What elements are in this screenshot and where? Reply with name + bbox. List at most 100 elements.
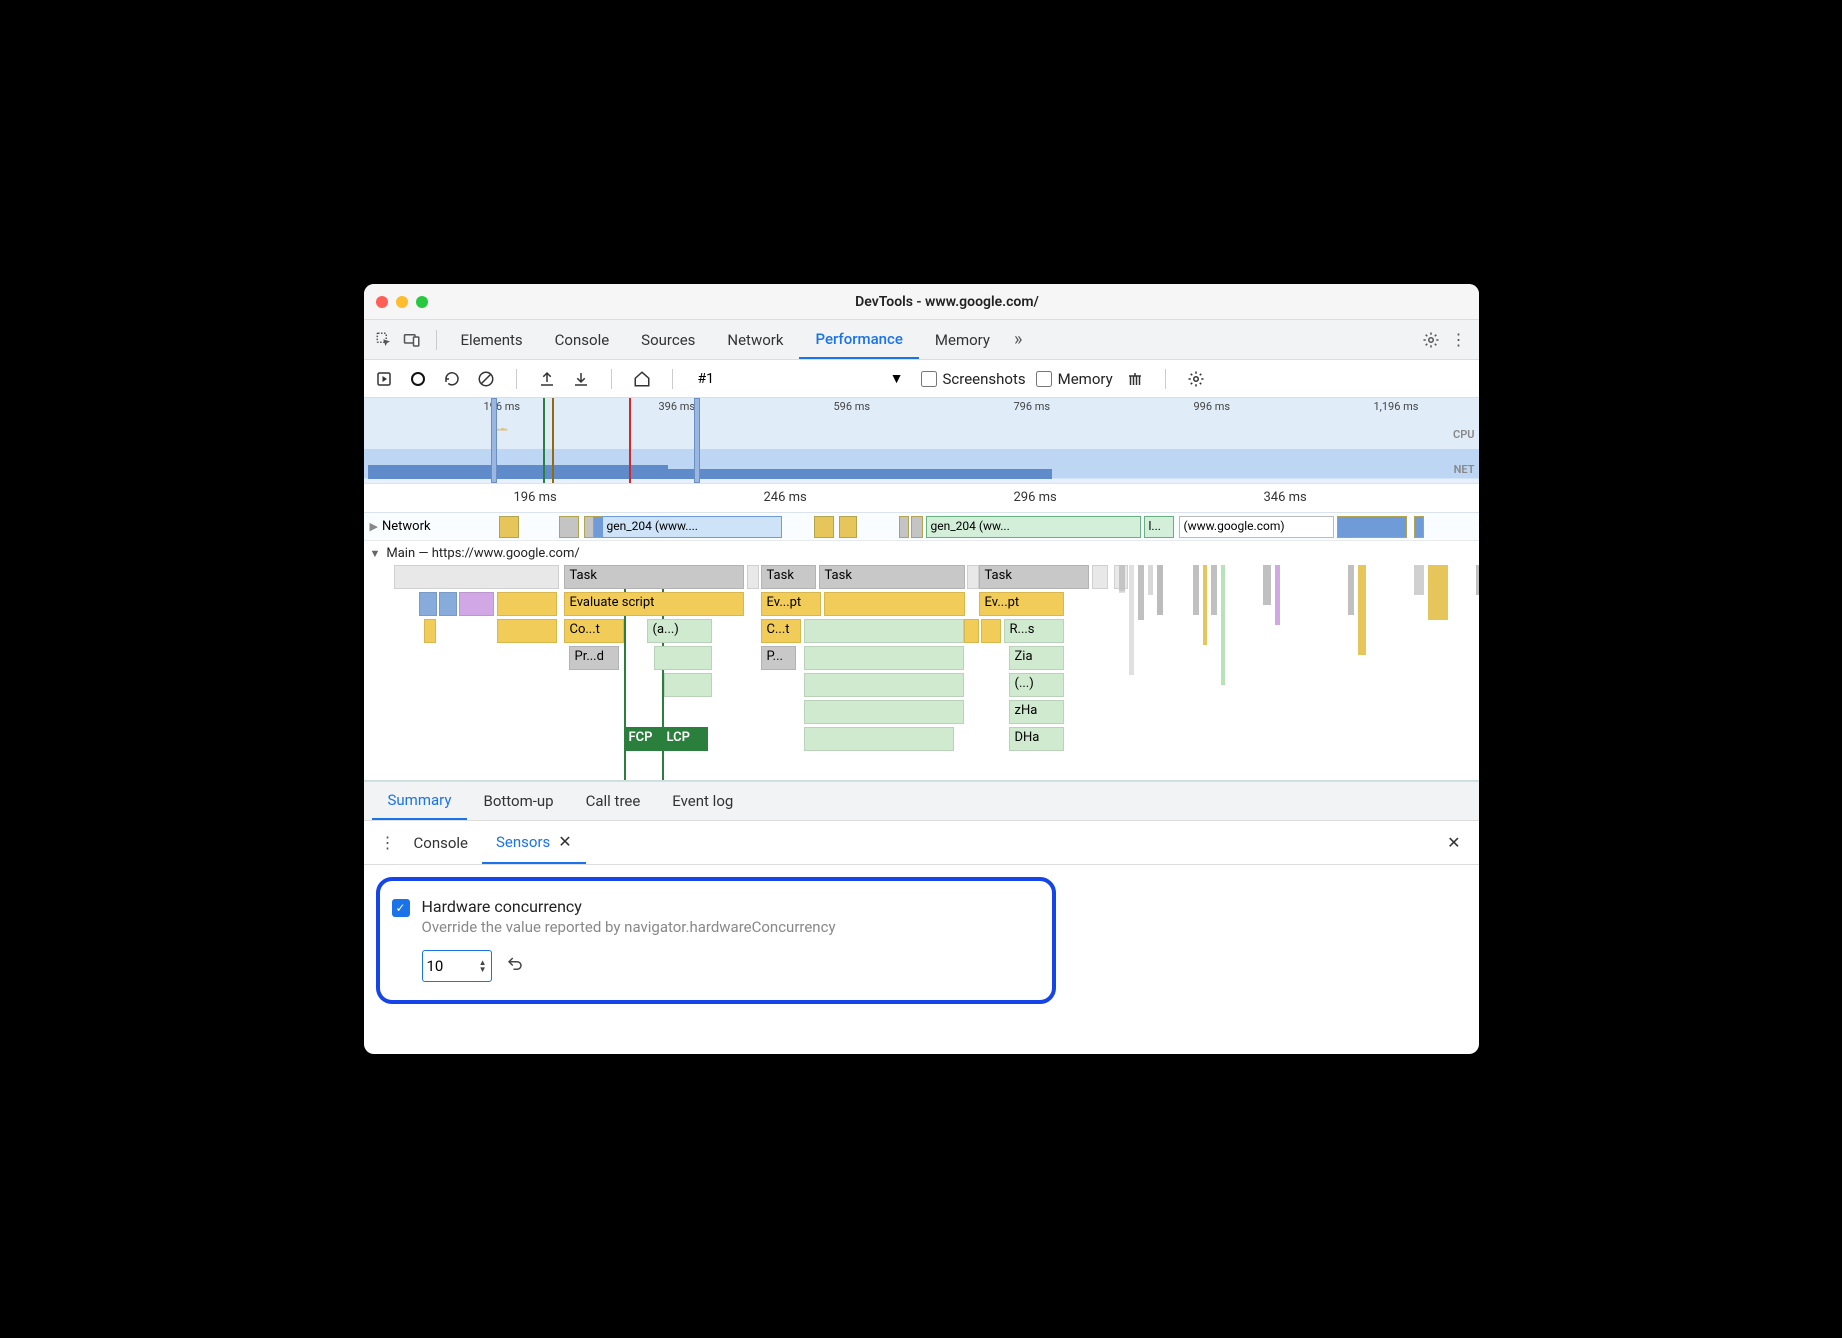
flame-block[interactable] — [804, 619, 964, 643]
hc-number-input[interactable]: 10 ▲▼ — [422, 950, 492, 982]
flame-block[interactable]: C...t — [761, 619, 801, 643]
flame-block[interactable] — [964, 619, 979, 643]
flame-block[interactable] — [824, 592, 965, 616]
download-button[interactable] — [569, 367, 593, 391]
flame-block[interactable] — [664, 673, 712, 697]
close-drawer-icon[interactable]: ✕ — [1437, 833, 1470, 852]
network-block[interactable]: (www.google.com) — [1179, 516, 1334, 538]
flame-block[interactable] — [654, 646, 712, 670]
flame-block[interactable]: (...) — [1009, 673, 1064, 697]
flame-block[interactable] — [497, 619, 557, 643]
flame-block[interactable] — [459, 592, 494, 616]
flame-block[interactable]: Evaluate script — [564, 592, 744, 616]
flame-block[interactable]: (a...) — [647, 619, 712, 643]
reset-icon[interactable] — [506, 955, 524, 977]
capture-settings-icon[interactable] — [1184, 367, 1208, 391]
recording-dropdown[interactable]: #1▼ — [691, 366, 911, 391]
main-track-header[interactable]: ▼ Main — https://www.google.com/ — [364, 541, 1479, 565]
record-circle-button[interactable] — [406, 367, 430, 391]
fcp-marker[interactable]: FCP — [625, 727, 662, 751]
tab-sources[interactable]: Sources — [625, 320, 711, 359]
disclosure-triangle-icon[interactable]: ▶ — [370, 520, 378, 533]
network-block[interactable]: gen_204 (ww... — [926, 516, 1141, 538]
tab-memory[interactable]: Memory — [919, 320, 1006, 359]
flame-block[interactable] — [747, 565, 759, 589]
flame-block[interactable]: zHa — [1009, 700, 1064, 724]
flame-block[interactable]: Pr...d — [569, 646, 619, 670]
network-block[interactable] — [899, 516, 909, 538]
flame-block[interactable] — [981, 619, 1001, 643]
network-block[interactable] — [559, 516, 579, 538]
home-button[interactable] — [630, 367, 654, 391]
performance-timeline[interactable]: 196 ms 396 ms 596 ms 796 ms 996 ms 1,196… — [364, 398, 1479, 781]
flame-chart[interactable]: Task Task Task Task Evaluate script Ev..… — [364, 565, 1479, 780]
stepper-icon[interactable]: ▲▼ — [479, 959, 487, 973]
flame-block[interactable]: Task — [819, 565, 965, 589]
details-tab-event-log[interactable]: Event log — [656, 782, 749, 820]
network-block[interactable] — [911, 516, 923, 538]
hc-enable-checkbox[interactable]: ✓ — [392, 899, 410, 917]
zoom-button[interactable] — [416, 296, 428, 308]
overview-bracket-right[interactable] — [694, 398, 700, 483]
flame-block[interactable]: Ev...pt — [761, 592, 821, 616]
flame-block[interactable] — [424, 619, 436, 643]
flame-block[interactable]: Task — [761, 565, 816, 589]
flame-block[interactable] — [394, 565, 559, 589]
garbage-collect-button[interactable] — [1123, 367, 1147, 391]
reload-button[interactable] — [440, 367, 464, 391]
flame-block[interactable]: R...s — [1004, 619, 1064, 643]
network-block[interactable] — [814, 516, 834, 538]
details-tab-summary[interactable]: Summary — [372, 782, 468, 820]
flame-block[interactable]: Zia — [1009, 646, 1064, 670]
lcp-marker[interactable]: LCP — [663, 727, 708, 751]
flame-block[interactable]: P... — [761, 646, 796, 670]
flame-block[interactable]: Co...t — [564, 619, 624, 643]
drawer-more-icon[interactable]: ⋮ — [376, 831, 400, 855]
detail-tick: 346 ms — [1264, 490, 1307, 505]
network-block[interactable] — [1337, 516, 1407, 538]
flame-block[interactable] — [804, 727, 954, 751]
overview-pane[interactable]: 196 ms 396 ms 596 ms 796 ms 996 ms 1,196… — [364, 398, 1479, 483]
flame-block[interactable]: Ev...pt — [979, 592, 1064, 616]
network-track[interactable]: ▶ Network gen_204 (www.... gen_204 (ww..… — [364, 513, 1479, 541]
more-menu-icon[interactable]: ⋮ — [1447, 328, 1471, 352]
tab-performance[interactable]: Performance — [799, 320, 918, 359]
network-block[interactable]: l... — [1144, 516, 1174, 538]
disclosure-triangle-icon[interactable]: ▼ — [370, 547, 381, 560]
close-button[interactable] — [376, 296, 388, 308]
record-button[interactable] — [372, 367, 396, 391]
details-tab-bottom-up[interactable]: Bottom-up — [467, 782, 569, 820]
flame-block[interactable] — [1092, 565, 1108, 589]
tabs-overflow[interactable]: » — [1006, 329, 1030, 350]
tab-network[interactable]: Network — [711, 320, 799, 359]
flame-block[interactable] — [439, 592, 457, 616]
screenshots-checkbox[interactable]: Screenshots — [921, 370, 1026, 388]
tab-elements[interactable]: Elements — [445, 320, 539, 359]
device-toolbar-icon[interactable] — [400, 328, 424, 352]
flame-block[interactable] — [804, 673, 964, 697]
flame-block[interactable]: Task — [979, 565, 1089, 589]
flame-block[interactable]: DHa — [1009, 727, 1064, 751]
flame-block[interactable]: Task — [564, 565, 744, 589]
clear-button[interactable] — [474, 367, 498, 391]
drawer-tab-console[interactable]: Console — [400, 821, 483, 864]
flame-block[interactable] — [497, 592, 557, 616]
tab-console[interactable]: Console — [539, 320, 626, 359]
flame-block[interactable] — [804, 646, 964, 670]
details-tab-call-tree[interactable]: Call tree — [570, 782, 657, 820]
network-block[interactable] — [499, 516, 519, 538]
upload-button[interactable] — [535, 367, 559, 391]
close-tab-icon[interactable]: ✕ — [558, 832, 571, 851]
overview-bracket-left[interactable] — [491, 398, 497, 483]
memory-checkbox[interactable]: Memory — [1036, 370, 1113, 388]
network-block[interactable] — [1414, 516, 1424, 538]
settings-icon[interactable] — [1419, 328, 1443, 352]
inspect-element-icon[interactable] — [372, 328, 396, 352]
network-block[interactable]: gen_204 (www.... — [602, 516, 782, 538]
flame-block[interactable] — [804, 700, 964, 724]
drawer-tab-sensors[interactable]: Sensors✕ — [482, 821, 586, 864]
minimize-button[interactable] — [396, 296, 408, 308]
flame-block[interactable] — [967, 565, 979, 589]
flame-block[interactable] — [419, 592, 437, 616]
network-block[interactable] — [839, 516, 857, 538]
